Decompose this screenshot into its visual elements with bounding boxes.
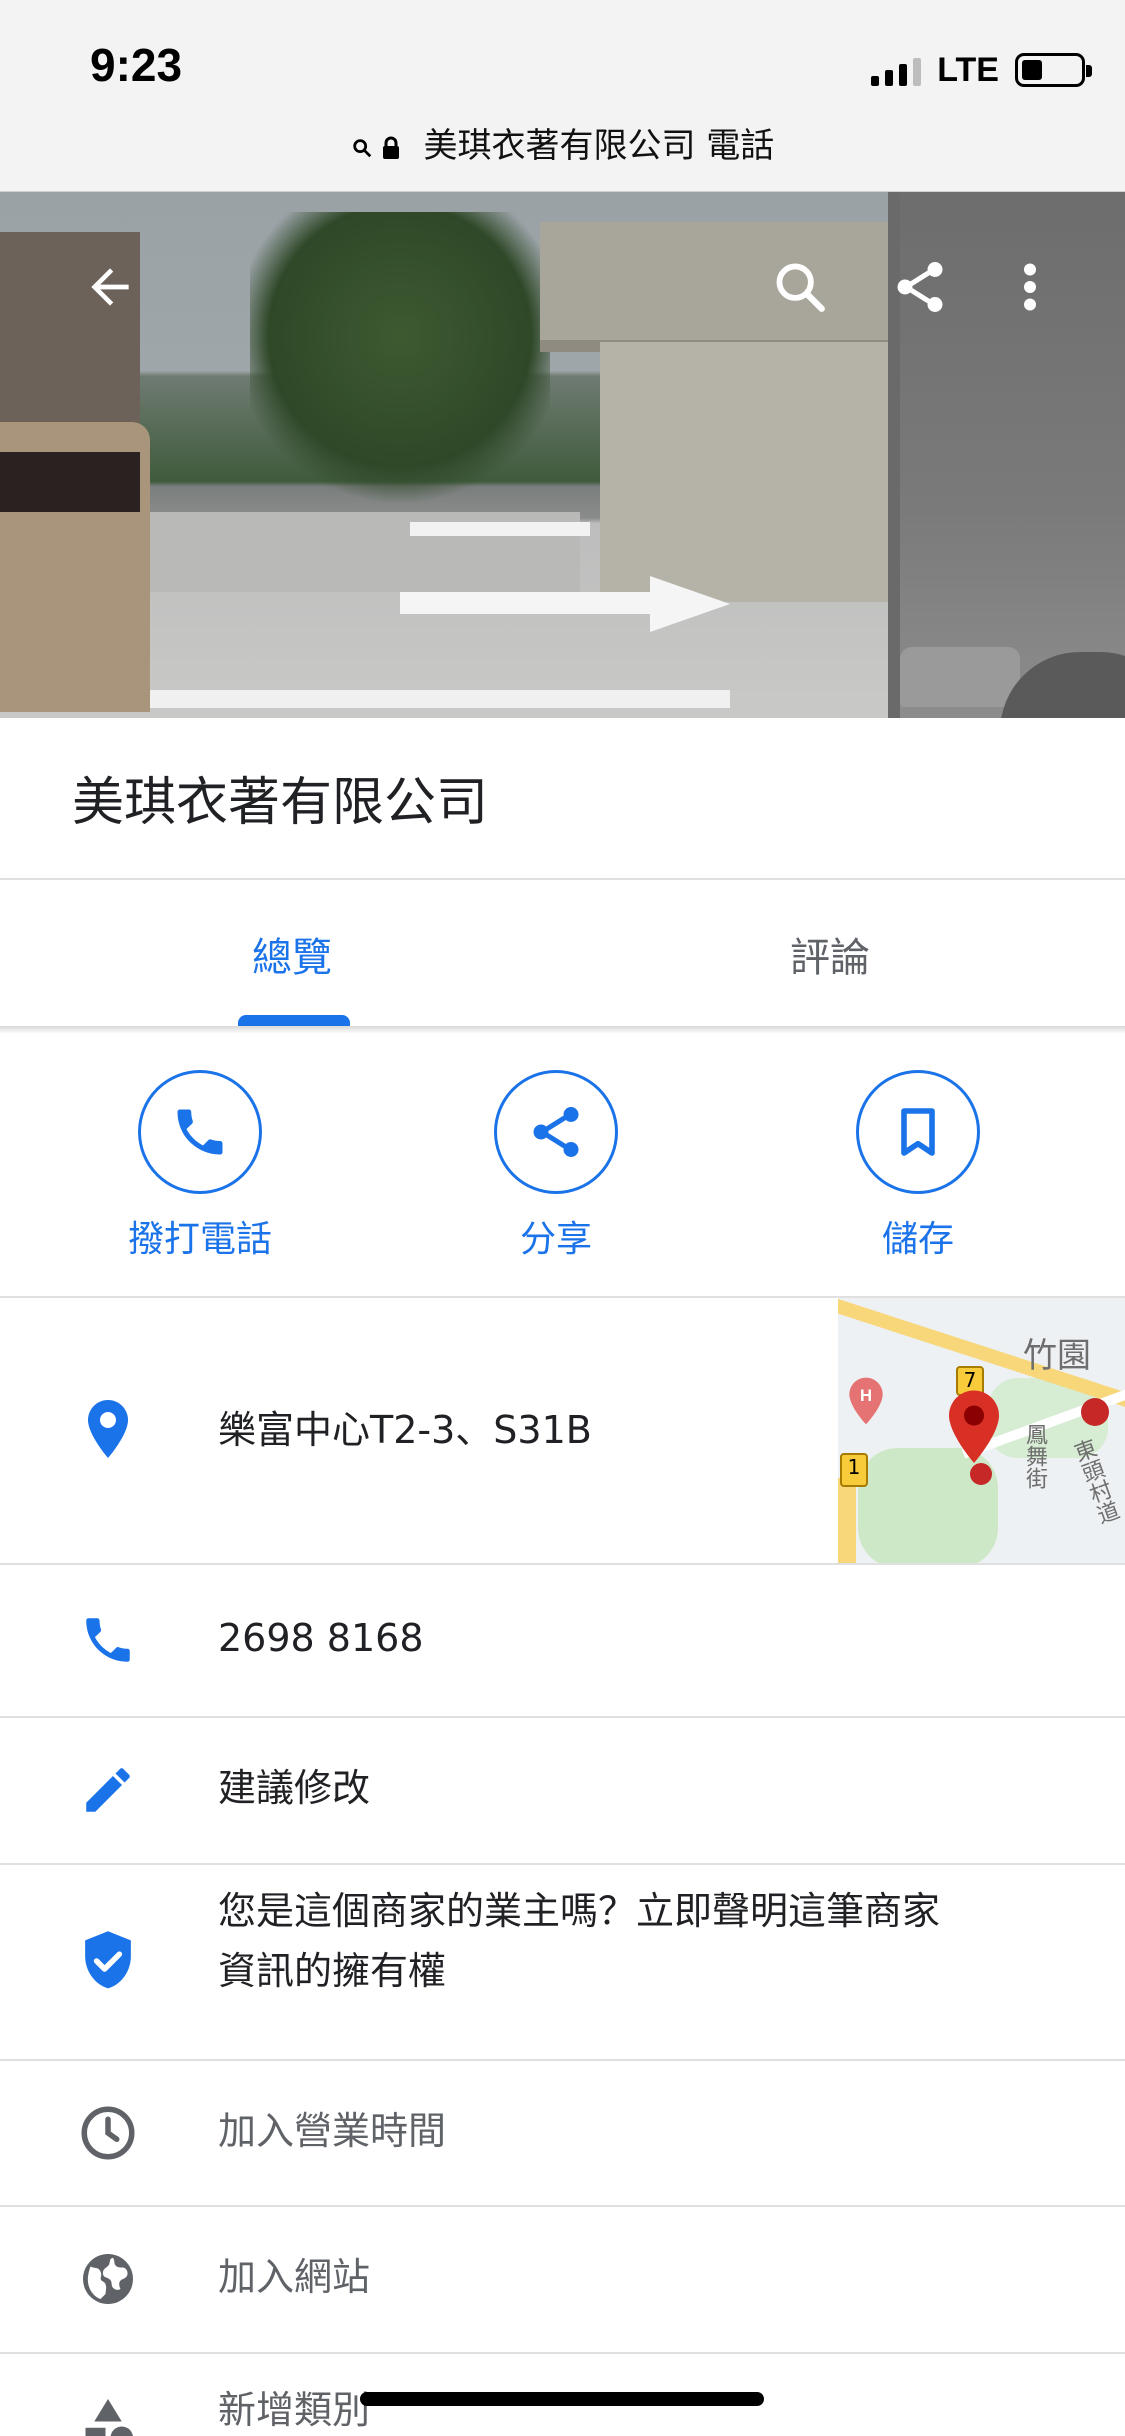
search-icon xyxy=(776,263,825,312)
suggest-edit-label: 建議修改 xyxy=(218,1766,371,1810)
map-road-label: 東頭村道 xyxy=(1067,1436,1122,1528)
globe-icon xyxy=(68,2239,148,2319)
call-button[interactable]: 撥打電話 xyxy=(70,1060,330,1262)
tab-bar-shadow xyxy=(0,1026,1125,1034)
share-icon xyxy=(533,1107,579,1157)
share-button[interactable] xyxy=(880,247,960,327)
save-button-label: 儲存 xyxy=(881,1219,954,1260)
location-pin-icon xyxy=(68,1390,148,1470)
claim-business-line: 資訊的擁有權 xyxy=(218,1949,447,1993)
add-website-row[interactable]: 加入網站 xyxy=(0,2207,1125,2351)
svg-text:H: H xyxy=(860,1386,872,1405)
address-text: 樂富中心T2-3、S31B xyxy=(218,1408,592,1452)
cellular-signal-icon xyxy=(871,54,922,86)
bookmark-icon xyxy=(901,1108,935,1156)
share-button-label: 分享 xyxy=(519,1219,592,1260)
add-website-label: 加入網站 xyxy=(218,2255,371,2299)
phone-number: 2698 8168 xyxy=(218,1616,424,1660)
action-buttons: 撥打電話 分享 儲存 xyxy=(0,1060,1125,1300)
search-icon xyxy=(352,138,371,157)
photo-overlay-toolbar xyxy=(0,192,1125,312)
add-hours-label: 加入營業時間 xyxy=(218,2109,447,2153)
more-options-button[interactable] xyxy=(990,247,1070,327)
clock-icon xyxy=(68,2093,148,2173)
claim-business-text: 您是這個商家的業主嗎？立即聲明這筆商家 資訊的擁有權 xyxy=(218,1881,940,2001)
category-icon xyxy=(68,2384,148,2436)
status-bar: 9:23 LTE 美琪衣著有限公司 電話 xyxy=(0,0,1125,192)
map-road-label: 鳳舞街 xyxy=(1022,1423,1047,1489)
claim-business-row[interactable]: 您是這個商家的業主嗎？立即聲明這筆商家 資訊的擁有權 xyxy=(0,1865,1125,2058)
battery-icon xyxy=(1015,53,1092,87)
tab-overview[interactable]: 總覽 xyxy=(252,925,332,983)
back-arrow-icon xyxy=(91,268,129,306)
map-pin-icon xyxy=(949,1390,999,1463)
map-area-label: 竹園 xyxy=(1023,1336,1091,1376)
suggest-edit-row[interactable]: 建議修改 xyxy=(0,1718,1125,1862)
share-icon xyxy=(897,262,943,312)
route-shield: 1 xyxy=(840,1453,868,1487)
more-vert-icon xyxy=(1024,263,1036,311)
mtr-station-icon xyxy=(1081,1398,1109,1426)
address-bar-text: 美琪衣著有限公司 電話 xyxy=(423,126,775,166)
claim-business-line: 您是這個商家的業主嗎？立即聲明這筆商家 xyxy=(218,1889,941,1933)
hospital-icon: H xyxy=(849,1377,883,1425)
home-indicator[interactable] xyxy=(360,2392,764,2406)
tab-bar: 總覽 評論 xyxy=(0,880,1125,1028)
phone-row[interactable]: 2698 8168 xyxy=(0,1565,1125,1715)
address-bar[interactable]: 美琪衣著有限公司 電話 xyxy=(0,118,1125,167)
tab-reviews[interactable]: 評論 xyxy=(790,925,870,983)
phone-icon xyxy=(68,1600,148,1680)
back-button[interactable] xyxy=(70,247,150,327)
search-button[interactable] xyxy=(760,247,840,327)
pencil-icon xyxy=(68,1750,148,1830)
share-place-button[interactable]: 分享 xyxy=(426,1060,686,1262)
lock-icon xyxy=(382,136,399,159)
network-type: LTE xyxy=(937,50,999,89)
verified-shield-icon xyxy=(68,1921,148,2001)
status-indicators: LTE xyxy=(871,50,1092,90)
phone-icon xyxy=(177,1109,223,1155)
place-title: 美琪衣著有限公司 xyxy=(72,773,489,833)
add-category-label: 新增類別 xyxy=(218,2388,371,2432)
status-time: 9:23 xyxy=(90,39,183,91)
save-button[interactable]: 儲存 xyxy=(788,1060,1048,1262)
call-button-label: 撥打電話 xyxy=(127,1219,272,1260)
map-thumbnail[interactable]: 竹園 鳳舞街 東頭村道 1 7 H xyxy=(838,1298,1125,1563)
add-hours-row[interactable]: 加入營業時間 xyxy=(0,2061,1125,2205)
